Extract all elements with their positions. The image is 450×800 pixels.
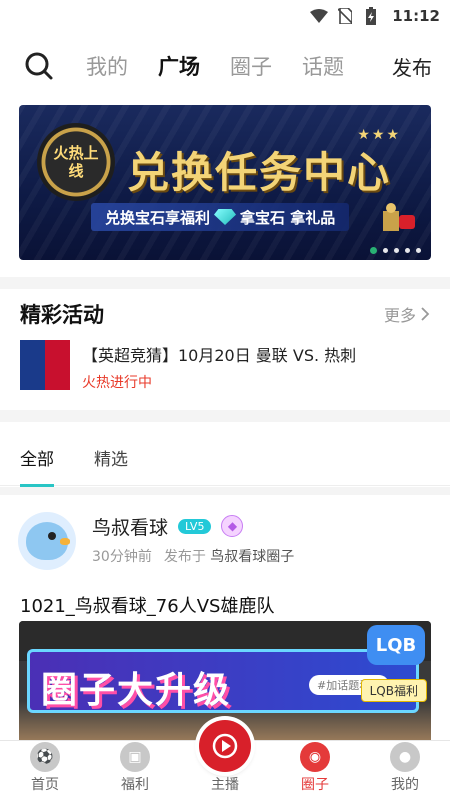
nav-benefits-label: 福利 [121, 777, 149, 793]
pager-dot[interactable] [405, 248, 410, 253]
banner-subline: 兑换宝石享福利 拿宝石 拿礼品 [91, 203, 350, 231]
top-nav: 我的 广场 圈子 话题 发布 [0, 32, 450, 100]
tab-topics[interactable]: 话题 [302, 51, 344, 81]
level-badge: LV5 [178, 518, 212, 534]
published-in: 发布于 鸟叔看球圈子 [164, 546, 294, 566]
medal-text: 火热上线 [53, 144, 99, 180]
nav-circles[interactable]: ◉ 圈子 [270, 741, 360, 800]
chevron-right-icon [421, 307, 430, 321]
nav-home[interactable]: ⚽ 首页 [0, 741, 90, 800]
gift-box-icon: ▣ [120, 742, 150, 772]
avatar[interactable] [18, 512, 76, 570]
tab-mine[interactable]: 我的 [86, 51, 128, 81]
pager-dot[interactable] [370, 247, 377, 254]
nav-streamer-label: 主播 [211, 777, 239, 793]
banner-subline-part1: 兑换宝石享福利 [105, 208, 211, 227]
published-in-prefix: 发布于 [163, 549, 206, 565]
gift-icon [383, 203, 415, 231]
pager-dot[interactable] [383, 248, 388, 253]
activity-title: 【英超竞猜】10月20日 曼联 VS. 热刺 [82, 346, 357, 365]
cube-badge-icon: ◆ [221, 515, 244, 537]
name-row: 鸟叔看球 LV5 ◆ [92, 512, 294, 540]
user-icon: ● [390, 742, 420, 772]
nav-home-label: 首页 [31, 777, 59, 793]
section-divider [0, 410, 450, 422]
gem-icon [214, 209, 237, 225]
activities-title: 精彩活动 [20, 303, 104, 327]
nav-benefits[interactable]: ▣ 福利 [90, 741, 180, 800]
avatar-eye [48, 532, 56, 540]
banner-pager [370, 247, 421, 254]
feed-filter-tabs: 全部 精选 [0, 430, 450, 487]
search-button[interactable] [22, 49, 56, 83]
activities-section: 精彩活动 更多 【英超竞猜】10月20日 曼联 VS. 热刺 火热进行中 [0, 288, 450, 392]
nav-streamer[interactable]: 主播 [180, 720, 270, 800]
no-sim-icon [336, 8, 354, 24]
bottom-nav: ⚽ 首页 ▣ 福利 主播 ◉ 圈子 ● 我的 [0, 720, 450, 800]
home-icon: ⚽ [30, 742, 60, 772]
search-icon [25, 52, 53, 80]
upgrade-headline: 圈子大升级 [41, 670, 232, 711]
post-title[interactable]: 1021_鸟叔看球_76人VS雄鹿队 [0, 592, 450, 618]
publish-button[interactable]: 发布 [392, 52, 432, 81]
activities-header: 精彩活动 更多 [0, 288, 450, 340]
post-subline: 30分钟前 发布于 鸟叔看球圈子 [92, 546, 294, 566]
circles-icon: ◉ [300, 742, 330, 772]
status-time: 11:12 [392, 7, 440, 25]
nav-mine[interactable]: ● 我的 [360, 741, 450, 800]
activity-item[interactable]: 【英超竞猜】10月20日 曼联 VS. 热刺 火热进行中 [0, 340, 450, 392]
post-header: 鸟叔看球 LV5 ◆ 30分钟前 发布于 鸟叔看球圈子 [0, 500, 450, 570]
username[interactable]: 鸟叔看球 [92, 513, 168, 540]
tab-square[interactable]: 广场 [158, 51, 200, 81]
pager-dot[interactable] [394, 248, 399, 253]
pager-dot[interactable] [416, 248, 421, 253]
hot-launch-medal: 火热上线 [37, 123, 115, 201]
nav-circles-label: 圈子 [301, 777, 329, 793]
battery-charging-icon [362, 7, 380, 25]
activity-text: 【英超竞猜】10月20日 曼联 VS. 热刺 火热进行中 [82, 340, 356, 392]
lqb-benefit-label: LQB福利 [360, 679, 427, 702]
play-icon [199, 720, 251, 772]
activity-status: 火热进行中 [82, 375, 152, 391]
avatar-beak [60, 538, 70, 545]
banner-headline: 兑换任务中心 [127, 148, 392, 197]
feed-post[interactable]: 鸟叔看球 LV5 ◆ 30分钟前 发布于 鸟叔看球圈子 1021_鸟叔看球_76… [0, 500, 450, 800]
filter-tab-featured[interactable]: 精选 [94, 445, 128, 470]
banner-subline-part2: 拿宝石 拿礼品 [240, 208, 336, 227]
status-bar: 11:12 [0, 0, 450, 32]
tab-circles[interactable]: 圈子 [230, 51, 272, 81]
more-label: 更多 [383, 306, 416, 325]
activity-thumbnail [20, 340, 70, 390]
promo-banner[interactable]: 火热上线 ★★★ 兑换任务中心 兑换宝石享福利 拿宝石 拿礼品 [19, 105, 431, 260]
post-meta: 鸟叔看球 LV5 ◆ 30分钟前 发布于 鸟叔看球圈子 [92, 512, 294, 570]
top-tabs: 我的 广场 圈子 话题 [86, 51, 392, 81]
more-link[interactable]: 更多 [384, 302, 430, 326]
wifi-icon [310, 8, 329, 24]
circle-link[interactable]: 鸟叔看球圈子 [210, 549, 294, 565]
section-divider [0, 487, 450, 495]
lqb-logo: LQB [367, 625, 425, 665]
nav-mine-label: 我的 [391, 777, 419, 793]
post-time: 30分钟前 [92, 549, 152, 565]
filter-tab-all[interactable]: 全部 [20, 445, 54, 487]
